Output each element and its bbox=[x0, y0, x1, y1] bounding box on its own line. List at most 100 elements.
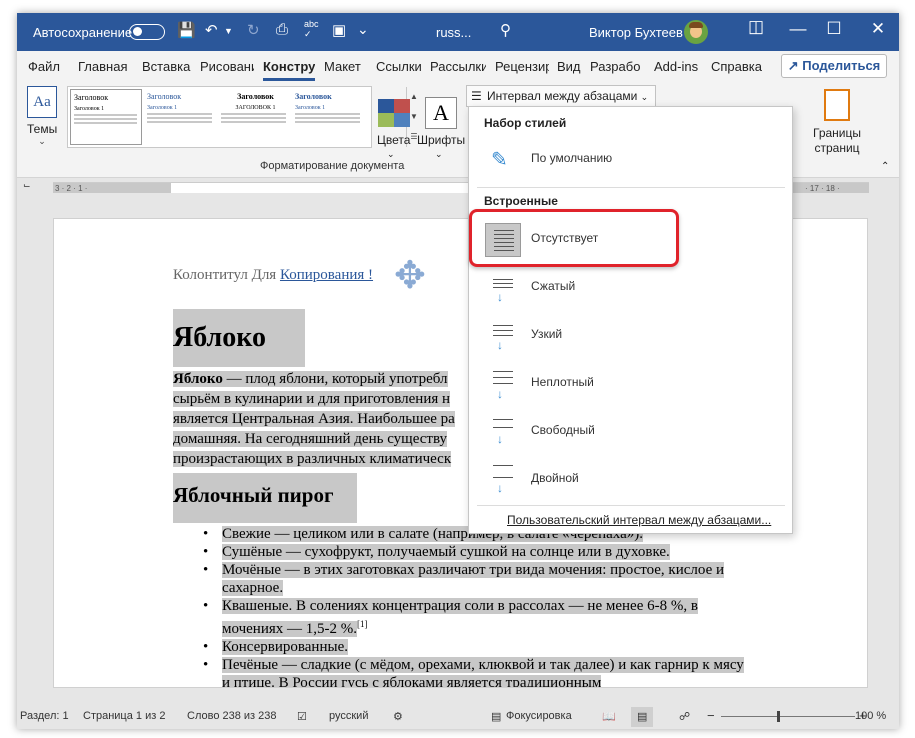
close-button[interactable]: ✕ bbox=[863, 19, 893, 39]
spacing-option-double[interactable]: ↓ Двойной bbox=[477, 457, 785, 501]
user-name[interactable]: Виктор Бухтеев bbox=[589, 25, 683, 40]
style-set-thumb[interactable]: Заголовок Заголовок 1 bbox=[292, 89, 364, 145]
paragraph: Яблоко — плод яблони, который употребл с… bbox=[173, 369, 473, 469]
thumb-title: Заголовок bbox=[147, 92, 182, 101]
tab-draw[interactable]: Рисовани bbox=[200, 59, 254, 74]
spacing-option-loose[interactable]: ↓ Неплотный bbox=[477, 361, 785, 405]
chevron-down-icon[interactable]: ⌄ bbox=[387, 149, 395, 160]
spacing-compact-icon: ↓ bbox=[485, 271, 521, 305]
fonts-label[interactable]: Шрифты bbox=[417, 133, 465, 147]
custom-spacing-link[interactable]: Пользовательский интервал между абзацами… bbox=[507, 513, 771, 527]
paragraph-spacing-label: Интервал между абзацами bbox=[487, 89, 638, 103]
accessibility-icon[interactable]: ⚙ bbox=[393, 710, 403, 723]
undo-icon[interactable]: ↶ bbox=[205, 21, 218, 39]
paragraph-spacing-icon: ☰ bbox=[471, 89, 482, 103]
thumb-heading: ЗАГОЛОВОК 1 bbox=[235, 105, 276, 111]
status-language[interactable]: русский bbox=[329, 710, 368, 722]
tab-design[interactable]: Конструктор bbox=[263, 59, 315, 74]
focus-icon[interactable]: ▤ bbox=[491, 710, 501, 723]
fonts-icon[interactable]: A bbox=[425, 97, 457, 129]
status-section[interactable]: Раздел: 1 bbox=[20, 710, 69, 722]
zoom-slider[interactable] bbox=[721, 716, 855, 717]
customize-toolbar-icon[interactable]: ⌄ bbox=[357, 21, 369, 38]
list-item: • Мочёные — в этих заготовках различают т… bbox=[203, 562, 725, 596]
tab-references[interactable]: Ссылки bbox=[376, 59, 422, 74]
avatar[interactable] bbox=[684, 20, 708, 44]
status-page[interactable]: Страница 1 из 2 bbox=[83, 710, 165, 722]
tab-home[interactable]: Главная bbox=[78, 59, 127, 74]
focus-button[interactable]: Фокусировка bbox=[506, 710, 572, 722]
option-label: По умолчанию bbox=[531, 151, 613, 165]
chevron-down-icon[interactable]: ⌄ bbox=[435, 149, 443, 160]
highlight-callout bbox=[469, 209, 679, 267]
tab-developer[interactable]: Разрабо bbox=[590, 59, 644, 74]
themes-label: Темы bbox=[27, 122, 58, 136]
print-layout-icon[interactable]: ▤ bbox=[637, 710, 647, 723]
new-document-icon[interactable]: ▣ bbox=[332, 21, 346, 39]
style-set-thumb[interactable]: Заголовок Заголовок 1 bbox=[70, 89, 142, 145]
web-layout-icon[interactable]: ☍ bbox=[679, 710, 690, 723]
group-label: Форматирование документа bbox=[260, 160, 405, 172]
autosave-label: Автосохранение bbox=[33, 25, 133, 40]
header-link[interactable]: Копирования ! bbox=[280, 267, 373, 283]
tab-insert[interactable]: Вставка bbox=[142, 59, 190, 74]
print-preview-icon[interactable]: ⎙ bbox=[276, 21, 288, 38]
colors-icon[interactable] bbox=[378, 99, 410, 127]
spacing-double-icon: ↓ bbox=[485, 463, 521, 497]
colors-label[interactable]: Цвета bbox=[377, 133, 410, 147]
spelling-icon[interactable]: abc ✓ bbox=[304, 19, 319, 40]
default-style-icon: ✎ bbox=[491, 149, 508, 171]
maximize-button[interactable]: ☐ bbox=[819, 19, 849, 39]
option-label: Свободный bbox=[531, 423, 595, 437]
share-label: Поделиться bbox=[802, 58, 881, 73]
zoom-level[interactable]: 100 % bbox=[855, 710, 886, 722]
tab-view[interactable]: Вид bbox=[557, 59, 581, 74]
read-mode-icon[interactable]: 📖 bbox=[602, 710, 616, 723]
spacing-option-default[interactable]: ✎ По умолчанию bbox=[477, 137, 785, 181]
page-header[interactable]: Колонтитул Для Копирования ! bbox=[173, 267, 373, 284]
ruler-left-ticks: 3 · 2 · 1 · bbox=[55, 184, 88, 193]
autosave-toggle[interactable] bbox=[129, 24, 165, 40]
paragraph-spacing-dropdown: Набор стилей ✎ По умолчанию Встроенные О… bbox=[468, 106, 793, 534]
para-line: является Центральная Азия. Наибольшее ра bbox=[173, 411, 455, 427]
para-line: — плод яблони, который употребл bbox=[222, 371, 448, 387]
search-icon[interactable]: ⚲ bbox=[500, 21, 511, 39]
thumb-title: Заголовок bbox=[237, 92, 274, 101]
themes-icon: Aa bbox=[27, 86, 57, 118]
tab-file[interactable]: Файл bbox=[28, 59, 60, 74]
ribbon-display-icon[interactable]: ◫ bbox=[741, 17, 771, 37]
redo-icon[interactable]: ↻ bbox=[247, 21, 260, 39]
zoom-slider-handle[interactable] bbox=[777, 711, 780, 722]
thumb-heading: Заголовок 1 bbox=[295, 105, 326, 111]
tab-layout[interactable]: Макет bbox=[324, 59, 361, 74]
proofing-icon[interactable]: ☑ bbox=[297, 710, 307, 723]
spacing-option-narrow[interactable]: ↓ Узкий bbox=[477, 313, 785, 357]
document-name[interactable]: russ... bbox=[436, 25, 471, 40]
tab-help[interactable]: Справка bbox=[711, 59, 762, 74]
undo-dropdown-icon[interactable]: ▼ bbox=[224, 26, 233, 36]
style-set-thumb[interactable]: Заголовок Заголовок 1 bbox=[144, 89, 216, 145]
tab-mailings[interactable]: Рассылки bbox=[430, 59, 486, 74]
share-button[interactable]: ↗ Поделиться bbox=[781, 54, 887, 78]
minimize-button[interactable]: — bbox=[783, 19, 813, 39]
tab-review[interactable]: Рецензир bbox=[495, 59, 549, 74]
page-borders-button[interactable]: Границы страниц bbox=[807, 89, 867, 156]
style-set-thumb[interactable]: Заголовок ЗАГОЛОВОК 1 bbox=[218, 89, 290, 145]
spacing-open-icon: ↓ bbox=[485, 415, 521, 449]
footnote[interactable]: [1] bbox=[357, 619, 368, 629]
themes-button[interactable]: Aa Темы ⌄ bbox=[27, 86, 57, 147]
spacing-option-open[interactable]: ↓ Свободный bbox=[477, 409, 785, 453]
title-bar: Автосохранение 💾 ↶ ▼ ↻ ⎙ abc ✓ ▣ ⌄ russ..… bbox=[17, 13, 899, 51]
ribbon-tabs: Файл Главная Вставка Рисовани Конструкто… bbox=[17, 51, 899, 81]
tab-selector-icon[interactable]: ⌙ bbox=[23, 180, 31, 191]
save-icon[interactable]: 💾 bbox=[177, 21, 196, 39]
move-icon[interactable]: ✥ bbox=[394, 257, 426, 295]
style-set-gallery: Заголовок Заголовок 1 Заголовок Заголово… bbox=[67, 86, 418, 148]
paragraph-spacing-button[interactable]: ☰ Интервал между абзацами ⌄ bbox=[466, 85, 656, 107]
tab-addins[interactable]: Add-ins bbox=[654, 59, 698, 74]
chevron-down-icon: ⌄ bbox=[640, 92, 649, 102]
spacing-option-compact[interactable]: ↓ Сжатый bbox=[477, 265, 785, 309]
status-words[interactable]: Слово 238 из 238 bbox=[187, 710, 277, 722]
collapse-ribbon-icon[interactable]: ⌃ bbox=[881, 161, 889, 172]
zoom-out-button[interactable]: − bbox=[707, 708, 715, 723]
